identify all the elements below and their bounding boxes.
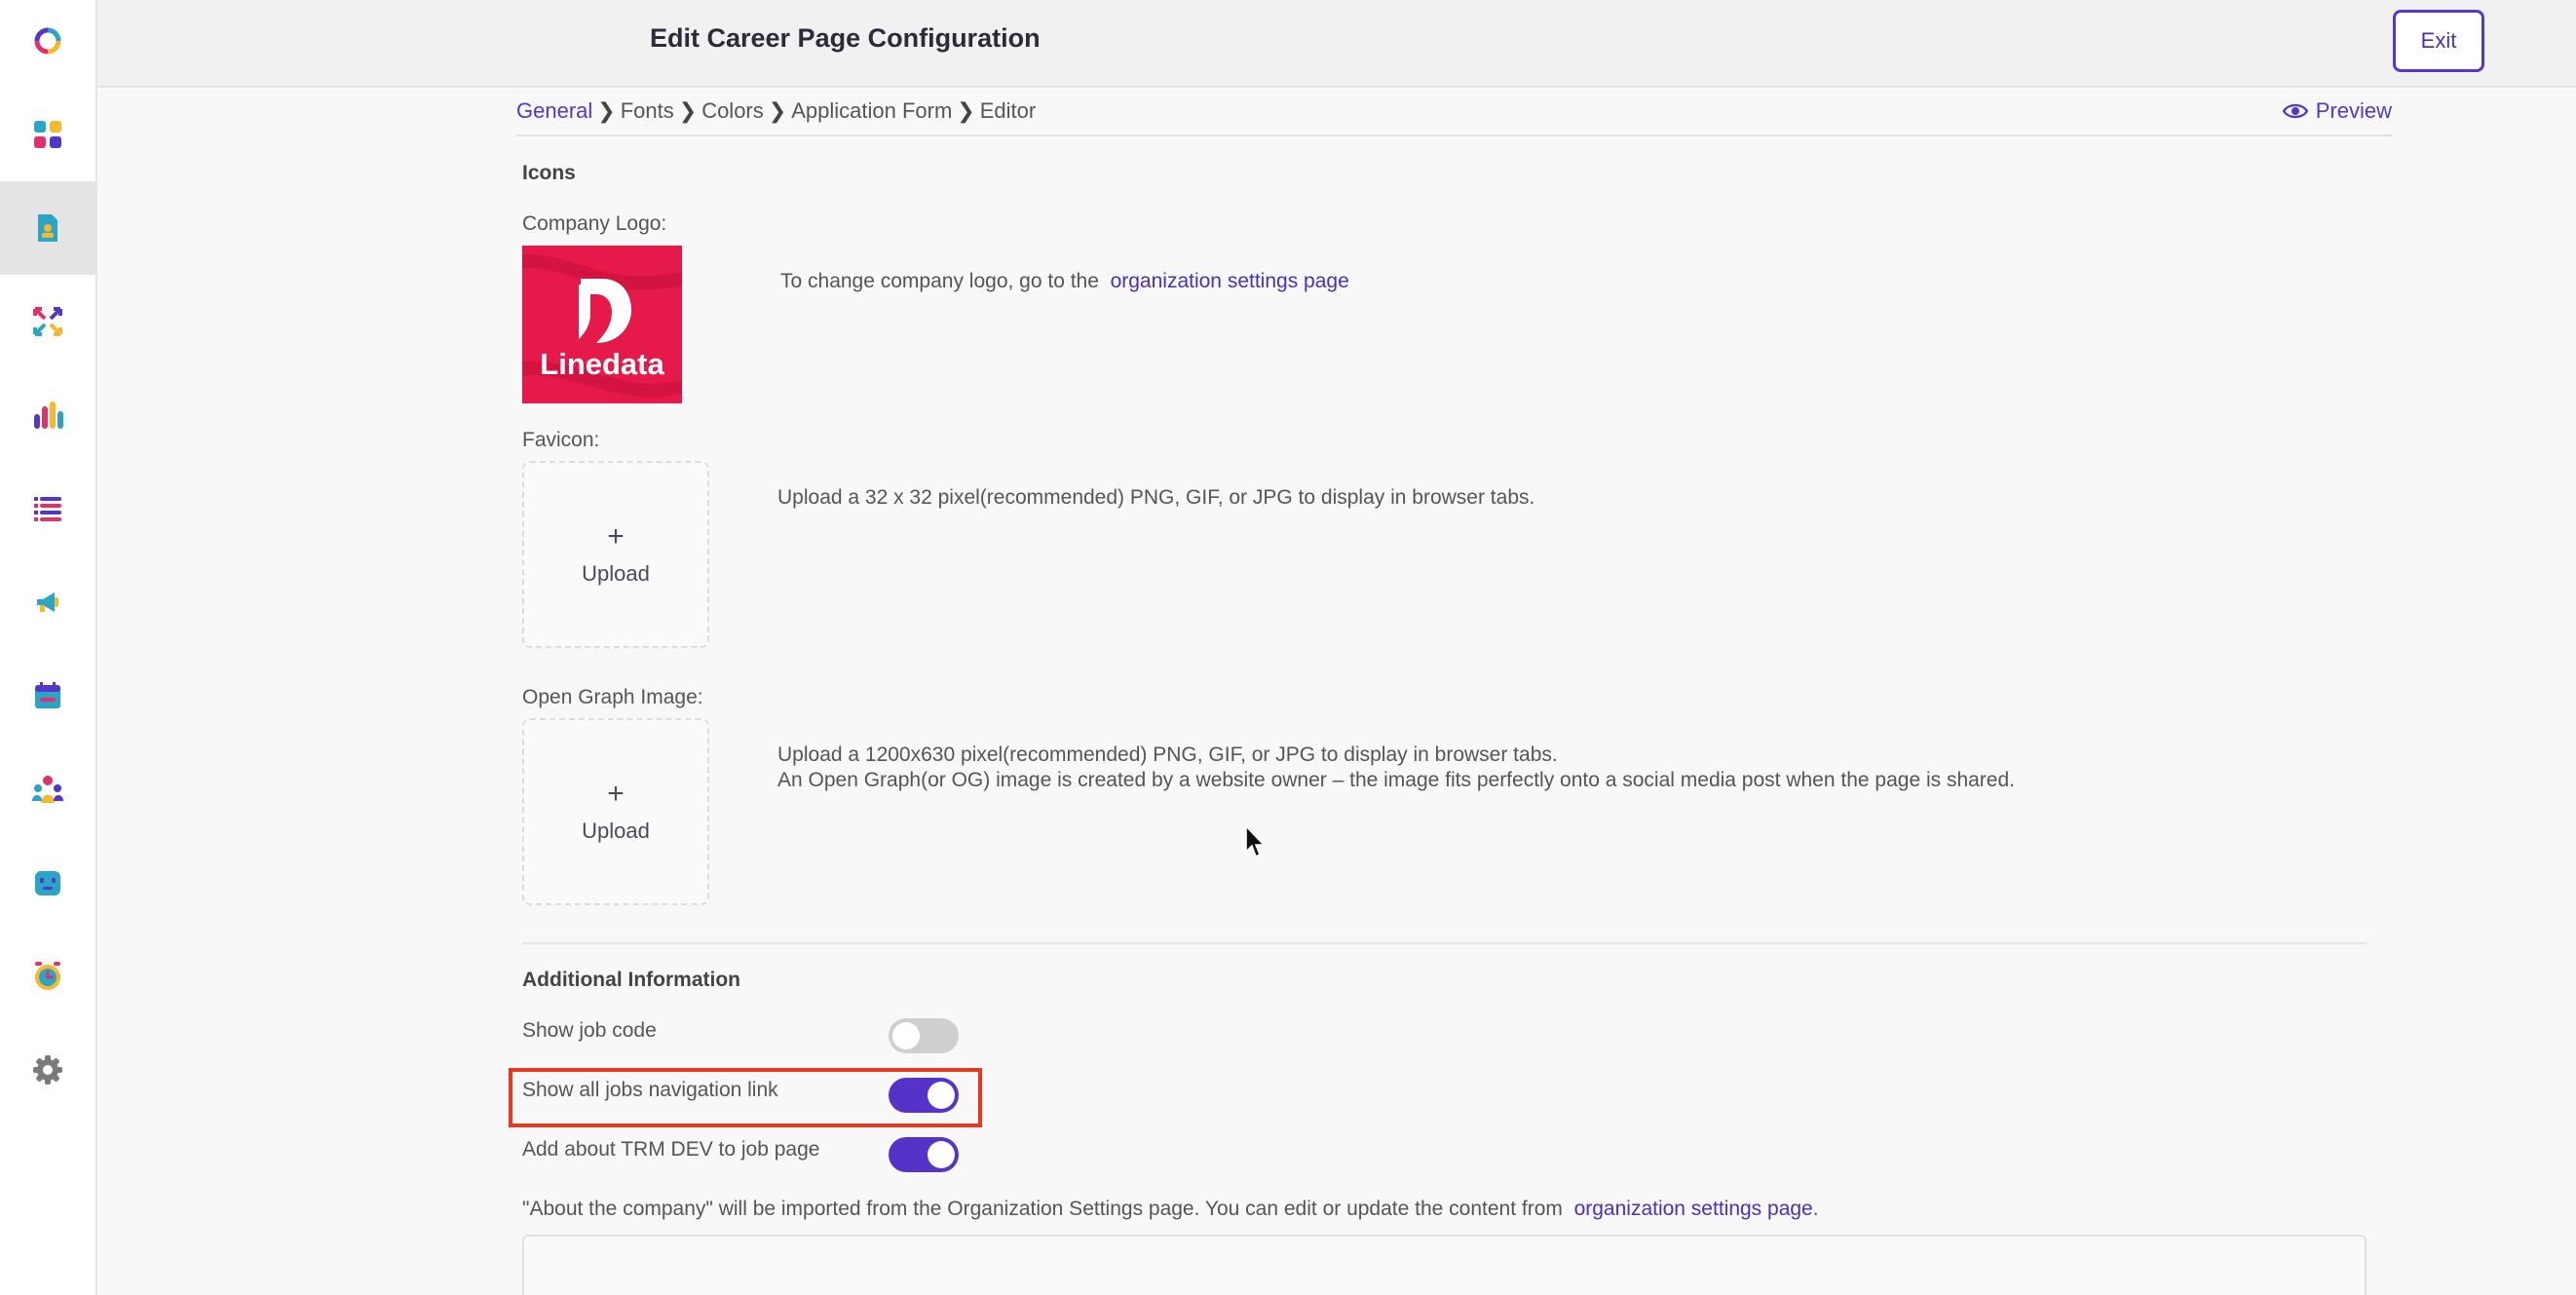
logo-wordmark: Linedata	[540, 347, 664, 381]
open-graph-description-line-1: Upload a 1200x630 pixel(recommended) PNG…	[777, 743, 1558, 766]
plus-icon: +	[607, 778, 625, 810]
chevron-right-icon: ❯	[597, 98, 616, 123]
sidebar-item-candidates[interactable]	[0, 181, 95, 275]
highlight-box	[509, 1068, 982, 1127]
about-company-note: "About the company" will be imported fro…	[522, 1197, 1819, 1222]
dashboard-icon	[34, 121, 61, 148]
candidate-profile-icon	[38, 214, 57, 242]
chevron-right-icon: ❯	[768, 98, 787, 123]
sidebar-item-bot[interactable]	[0, 836, 95, 930]
icons-section-title: Icons	[522, 162, 576, 184]
section-divider	[522, 942, 2367, 944]
chevron-right-icon: ❯	[678, 98, 698, 123]
upload-label: Upload	[582, 819, 650, 843]
sidebar-item-reports[interactable]	[0, 368, 95, 462]
logo-note-text: To change company logo, go to the	[780, 270, 1099, 292]
page-title: Edit Career Page Configuration	[650, 23, 1041, 53]
company-logo-label: Company Logo:	[522, 212, 667, 235]
mouse-cursor-icon	[1245, 824, 1266, 858]
open-graph-description: Upload a 1200x630 pixel(recommended) PNG…	[777, 743, 2015, 793]
sidebar-item-logo[interactable]	[0, 0, 95, 88]
about-company-note-text: "About the company" will be imported fro…	[522, 1198, 1563, 1220]
preview-link[interactable]: Preview	[2282, 88, 2392, 134]
breadcrumb-application-form[interactable]: Application Form	[791, 98, 952, 124]
calendar-icon	[35, 682, 60, 708]
breadcrumb-colors[interactable]: Colors	[701, 98, 764, 124]
upload-label: Upload	[582, 561, 650, 586]
add-about-company-toggle[interactable]	[889, 1137, 959, 1172]
bot-icon	[35, 871, 60, 895]
about-company-editor[interactable]	[522, 1235, 2367, 1295]
sidebar-item-team[interactable]	[0, 743, 95, 836]
company-logo-image: Linedata	[522, 246, 682, 403]
favicon-description: Upload a 32 x 32 pixel(recommended) PNG,…	[777, 486, 1535, 509]
toggle-knob	[928, 1141, 955, 1168]
organization-settings-link[interactable]: organization settings page	[1111, 270, 1349, 292]
chevron-right-icon: ❯	[957, 98, 975, 123]
favicon-label: Favicon:	[522, 429, 600, 451]
logo-note: To change company logo, go to the organi…	[780, 269, 1349, 294]
arrows-exchange-icon	[33, 307, 62, 336]
breadcrumb-items: General ❯ Fonts ❯ Colors ❯ Application F…	[516, 88, 1036, 134]
preview-label: Preview	[2315, 98, 2392, 123]
additional-info-title: Additional Information	[522, 969, 740, 991]
alarm-clock-icon	[35, 962, 60, 990]
favicon-upload-button[interactable]: + Upload	[522, 461, 709, 648]
about-company-note-suffix: .	[1812, 1198, 1819, 1220]
show-job-code-toggle[interactable]	[889, 1018, 959, 1053]
breadcrumb-general[interactable]: General	[516, 98, 592, 124]
plus-icon: +	[607, 520, 625, 552]
organization-settings-link-2[interactable]: organization settings page	[1574, 1198, 1813, 1220]
logo-ring-icon	[34, 27, 61, 55]
breadcrumb: General ❯ Fonts ❯ Colors ❯ Application F…	[516, 88, 2392, 136]
add-about-company-label: Add about TRM DEV to job page	[522, 1138, 820, 1161]
sidebar-item-exchange[interactable]	[0, 275, 95, 368]
top-header: Edit Career Page Configuration Exit	[97, 0, 2576, 88]
breadcrumb-fonts[interactable]: Fonts	[621, 98, 674, 124]
eye-icon	[2282, 103, 2308, 119]
sidebar-item-campaigns[interactable]	[0, 555, 95, 649]
sidebar-item-calendar[interactable]	[0, 649, 95, 743]
team-icon	[32, 776, 63, 803]
gear-icon	[33, 1055, 62, 1085]
sidebar-item-lists[interactable]	[0, 462, 95, 555]
sidebar-item-settings[interactable]	[0, 1023, 95, 1117]
toggle-knob	[892, 1022, 920, 1049]
list-icon	[34, 497, 61, 521]
breadcrumb-editor[interactable]: Editor	[980, 98, 1036, 124]
open-graph-upload-button[interactable]: + Upload	[522, 718, 709, 905]
megaphone-icon	[37, 592, 58, 612]
open-graph-label: Open Graph Image:	[522, 686, 703, 708]
exit-button[interactable]: Exit	[2393, 10, 2484, 72]
sidebar	[0, 0, 97, 1295]
open-graph-description-line-2: An Open Graph(or OG) image is created by…	[777, 769, 2015, 791]
sidebar-item-dashboard[interactable]	[0, 88, 95, 181]
sidebar-item-reminders[interactable]	[0, 930, 95, 1023]
bar-chart-icon	[34, 401, 63, 429]
show-job-code-label: Show job code	[522, 1019, 657, 1042]
